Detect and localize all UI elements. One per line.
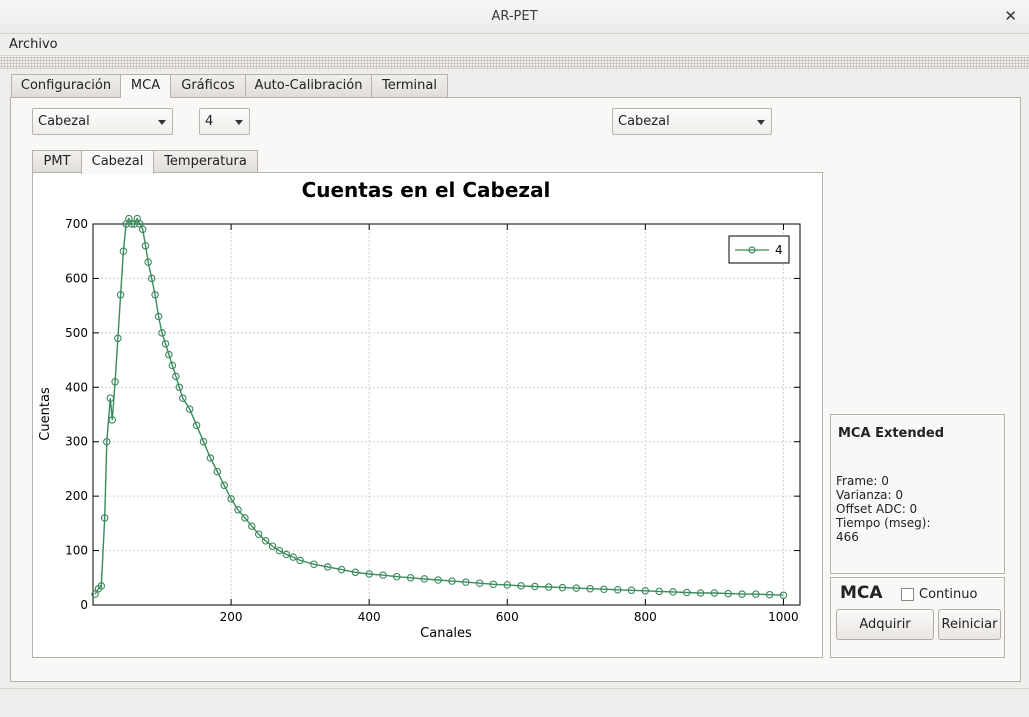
y-tick-label: 0 (80, 598, 88, 612)
chevron-down-icon (757, 120, 765, 125)
tab-terminal[interactable]: Terminal (371, 74, 448, 97)
y-tick-label: 100 (65, 544, 88, 558)
combo-cabezal-left-value: Cabezal (38, 114, 90, 129)
menubar: Archivo (0, 34, 1029, 56)
mca-extended-title: MCA Extended (838, 426, 945, 441)
tab-graficos[interactable]: Gráficos (170, 74, 246, 97)
tab-mca[interactable]: MCA (120, 74, 171, 98)
y-tick-label: 500 (65, 326, 88, 340)
chart-title: Cuentas en el Cabezal (302, 178, 551, 202)
tab-pmt[interactable]: PMT (32, 150, 82, 173)
chevron-down-icon (235, 120, 243, 125)
y-axis-label: Cuentas (38, 387, 53, 441)
y-tick-label: 300 (65, 435, 88, 449)
close-icon[interactable]: ✕ (1004, 7, 1017, 25)
y-tick-label: 200 (65, 489, 88, 503)
tab-cabezal[interactable]: Cabezal (81, 150, 154, 174)
combo-cabezal-right[interactable]: Cabezal (612, 108, 772, 135)
chevron-down-icon (158, 120, 166, 125)
x-tick-label: 600 (496, 610, 519, 624)
y-tick-label: 700 (65, 217, 88, 231)
chart-legend: 4 (728, 235, 790, 264)
window-title: AR-PET (491, 9, 538, 24)
x-axis-label: Canales (420, 626, 472, 641)
offset-adc-value: Offset ADC: 0 (836, 502, 918, 516)
adquirir-button[interactable]: Adquirir (836, 609, 934, 640)
tab-temperatura[interactable]: Temperatura (153, 150, 258, 173)
legend-label: 4 (775, 243, 783, 257)
combo-channel-number[interactable]: 4 (199, 108, 250, 135)
menu-archivo[interactable]: Archivo (9, 37, 58, 52)
x-tick-label: 800 (634, 610, 657, 624)
x-tick-label: 400 (358, 610, 381, 624)
y-tick-label: 400 (65, 380, 88, 394)
combo-cabezal-right-value: Cabezal (618, 114, 670, 129)
combo-cabezal-left[interactable]: Cabezal (32, 108, 173, 135)
continuo-label: Continuo (919, 587, 978, 602)
status-bar (0, 688, 1029, 717)
mca-extended-group: MCA Extended Frame: 0 Varianza: 0 Offset… (830, 414, 1005, 574)
varianza-value: Varianza: 0 (836, 488, 904, 502)
toolbar-grip[interactable] (0, 57, 1029, 69)
frame-value: Frame: 0 (836, 474, 889, 488)
continuo-checkbox[interactable] (901, 588, 914, 601)
tab-configuracion[interactable]: Configuración (11, 74, 121, 97)
combo-channel-number-value: 4 (205, 114, 214, 129)
plot-area (92, 223, 801, 606)
plot-frame: Cuentas en el Cabezal 0 100 200 300 400 500 60… (32, 172, 823, 658)
x-tick-label: 200 (220, 610, 243, 624)
reiniciar-button[interactable]: Reiniciar (938, 609, 1001, 640)
tiempo-value: 466 (836, 530, 859, 544)
mca-control-group: MCA Continuo Adquirir Reiniciar (830, 577, 1005, 658)
tab-auto-calibracion[interactable]: Auto-Calibración (245, 74, 372, 97)
window-titlebar[interactable]: AR-PET ✕ (0, 0, 1029, 34)
x-tick-label: 1000 (768, 610, 799, 624)
counts-chart[interactable]: Cuentas en el Cabezal 0 100 200 300 400 500 60… (33, 173, 822, 657)
mca-title: MCA (840, 583, 883, 603)
tiempo-label: Tiempo (mseg): (836, 516, 931, 530)
y-tick-label: 600 (65, 271, 88, 285)
